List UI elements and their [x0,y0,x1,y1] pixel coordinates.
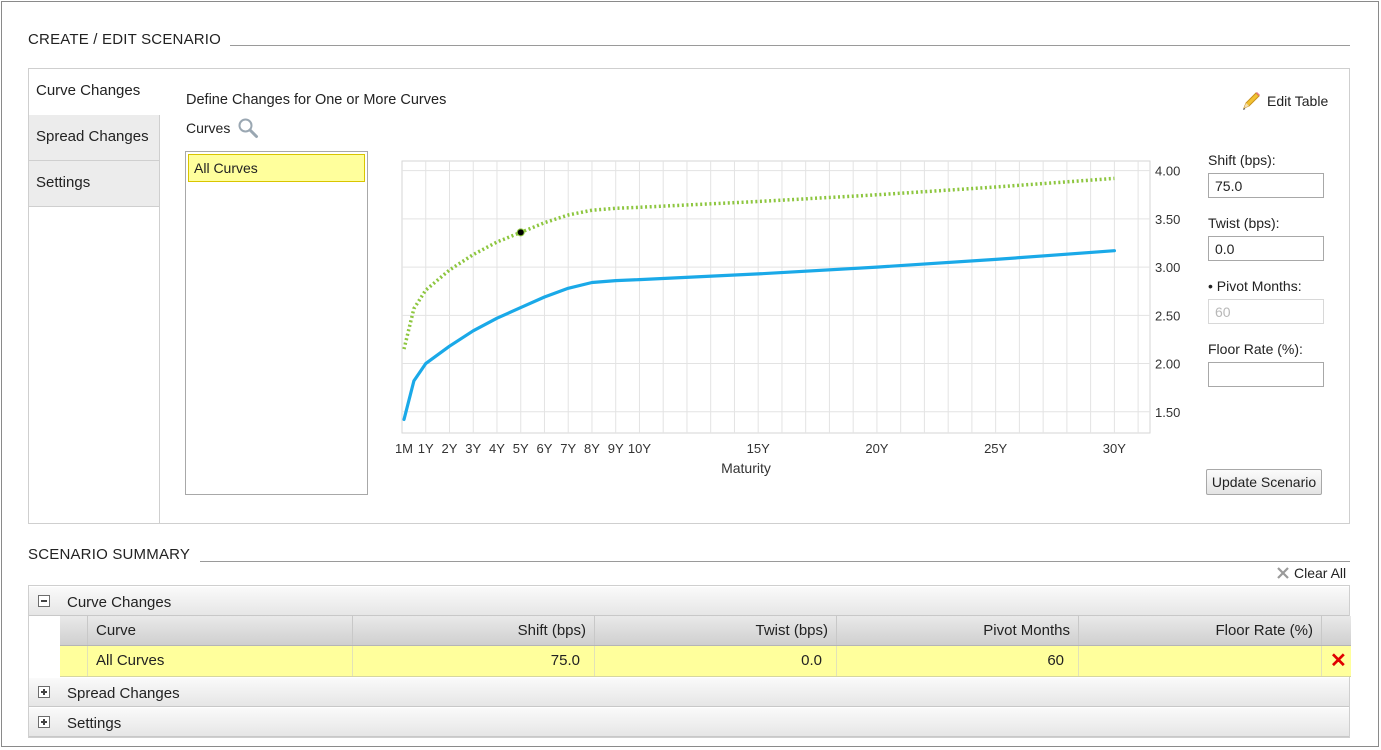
tab-list: Curve Changes Spread Changes Settings [29,69,160,523]
x-tick-label: 20Y [865,441,888,456]
group-label: Curve Changes [67,594,172,611]
expand-icon[interactable] [38,686,50,698]
summary-rule [200,561,1350,562]
group-settings: Settings [29,707,1349,737]
y-tick-label: 4.00 [1155,164,1180,179]
clear-all-button[interactable]: Clear All [1276,565,1346,581]
x-tick-label: 5Y [513,441,529,456]
group-label: Spread Changes [67,685,180,702]
x-tick-label: 7Y [560,441,576,456]
x-tick-label: 2Y [442,441,458,456]
twist-input[interactable] [1208,236,1324,261]
x-tick-label: 4Y [489,441,505,456]
yield-curve-chart: 4.00 3.50 3.00 2.50 2.00 1.50 1M 1Y 2Y 3Y 4Y 5Y 6Y 7Y… [395,160,1180,476]
shift-label: Shift (bps): [1208,152,1276,168]
group-spread-changes: Spread Changes [29,677,1349,707]
edit-table-label: Edit Table [1267,93,1329,109]
column-header-curve[interactable]: Curve [88,616,353,645]
column-header-twist[interactable]: Twist (bps) [595,616,837,645]
scenario-editor: Curve Changes Spread Changes Settings De… [28,68,1350,524]
cell-shift: 75.0 [353,646,595,676]
scenario-summary-grid: Curve Changes Curve Shift (bps) Twist (b… [28,585,1351,738]
summary-title: SCENARIO SUMMARY [28,546,191,563]
tab-settings[interactable]: Settings [29,161,159,207]
clear-icon [1277,567,1289,579]
y-tick-label: 3.50 [1155,212,1180,227]
header-action [1322,616,1351,645]
pencil-icon [1243,92,1260,110]
highlight-point [516,228,525,237]
header-spacer [60,616,88,645]
twist-label: Twist (bps): [1208,215,1280,231]
pivot-months-label: • Pivot Months: [1208,278,1302,294]
title-rule [230,45,1350,46]
x-tick-label: 30Y [1103,441,1126,456]
y-tick-label: 3.00 [1155,260,1180,275]
x-tick-label: 1Y [418,441,434,456]
collapse-icon[interactable] [38,595,50,607]
x-tick-label: 25Y [984,441,1007,456]
group-label: Settings [67,715,122,732]
page-title: CREATE / EDIT SCENARIO [28,31,222,48]
x-tick-label: 1M [395,441,413,456]
curve-list: All Curves [185,151,368,495]
cell-curve: All Curves [88,646,353,676]
column-header-shift[interactable]: Shift (bps) [353,616,595,645]
delete-row-icon[interactable]: ✕ [1322,646,1351,676]
column-header-floor[interactable]: Floor Rate (%) [1079,616,1322,645]
search-icon[interactable] [237,117,259,139]
shift-input[interactable] [1208,173,1324,198]
x-tick-label: 9Y [608,441,624,456]
x-tick-label: 10Y [628,441,651,456]
floor-rate-input[interactable] [1208,362,1324,387]
y-tick-label: 2.50 [1155,308,1180,323]
edit-table-link[interactable]: Edit Table [1240,90,1328,112]
tab-curve-changes[interactable]: Curve Changes [29,69,160,115]
cell-pivot: 60 [837,646,1079,676]
group-curve-changes: Curve Changes [29,586,1349,616]
grid-header: Curve Shift (bps) Twist (bps) Pivot Mont… [60,616,1351,646]
pivot-months-input [1208,299,1324,324]
x-tick-label: 3Y [465,441,481,456]
cell-floor [1079,646,1322,676]
expand-icon[interactable] [38,716,50,728]
y-tick-label: 1.50 [1155,405,1180,420]
x-axis-label: Maturity [721,460,771,476]
curves-label: Curves [186,120,231,136]
plot-area [401,160,1151,434]
curve-item-all-curves[interactable]: All Curves [188,154,365,182]
x-tick-label: 8Y [584,441,600,456]
clear-all-label: Clear All [1294,565,1347,581]
row-spacer [60,646,88,676]
define-changes-title: Define Changes for One or More Curves [186,92,447,108]
y-tick-label: 2.00 [1155,357,1180,372]
cell-twist: 0.0 [595,646,837,676]
update-scenario-button[interactable]: Update Scenario [1206,469,1322,495]
floor-rate-label: Floor Rate (%): [1208,341,1303,357]
tab-spread-changes[interactable]: Spread Changes [29,115,159,161]
table-row[interactable]: All Curves 75.0 0.0 60 ✕ [60,646,1351,677]
x-tick-label: 6Y [537,441,553,456]
x-tick-label: 15Y [747,441,770,456]
column-header-pivot[interactable]: Pivot Months [837,616,1079,645]
